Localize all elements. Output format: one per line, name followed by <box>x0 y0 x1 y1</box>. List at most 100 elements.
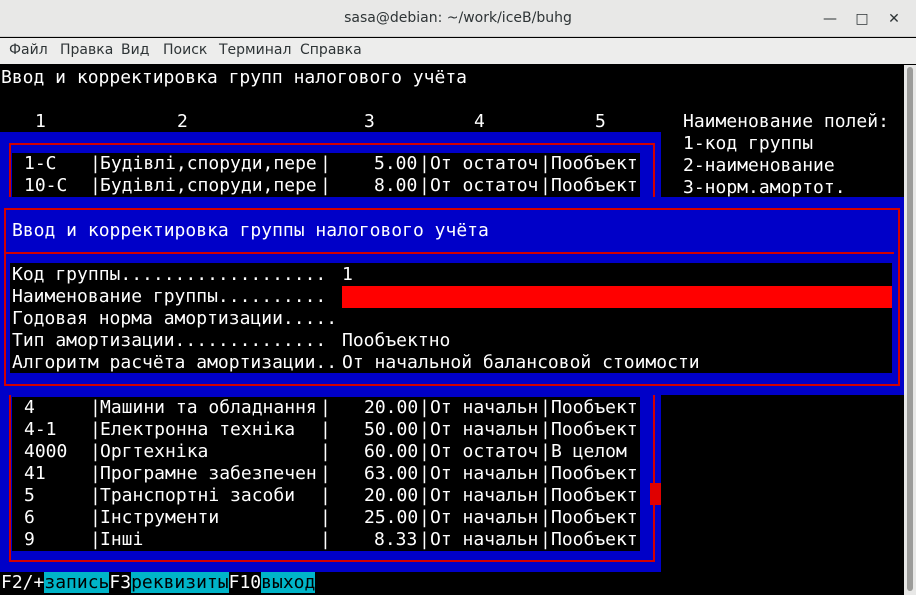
row-sep: | <box>540 529 551 550</box>
scrollbar-thumb[interactable] <box>907 67 913 591</box>
row-rate: 8.33 <box>374 529 418 550</box>
row-method: От начальн <box>430 463 539 484</box>
table-row[interactable]: 10-C | Будівлі,споруди,пере | 8.00 | От … <box>12 175 640 197</box>
row-sep: | <box>419 175 430 196</box>
dialog-separator <box>6 252 894 254</box>
column-number: 3 <box>364 111 375 132</box>
row-name: Інструменти <box>100 507 220 528</box>
row-code: 4000 <box>24 441 68 462</box>
window-title: sasa@debian: ~/work/iceB/buhg <box>344 10 572 26</box>
row-method: От остаточ <box>430 175 539 196</box>
fkey-f3-label[interactable]: реквизиты <box>131 572 229 593</box>
group-name-input[interactable] <box>342 286 892 308</box>
table-row[interactable]: 9 | Інші | 8.33 | От начальн | Пообъект <box>12 529 640 551</box>
minimize-icon[interactable]: — <box>820 9 840 29</box>
terminal-screen[interactable]: Ввод и корректировка групп налогового уч… <box>0 65 904 595</box>
column-number: 1 <box>35 111 46 132</box>
table-row[interactable]: 1-C | Будівлі,споруди,пере | 5.00 | От о… <box>12 153 640 175</box>
row-name: Інші <box>100 529 144 550</box>
table-row[interactable]: 4-1 | Електронна техніка | 50.00 | От на… <box>12 419 640 441</box>
menu-search[interactable]: Поиск <box>163 42 207 58</box>
table-row[interactable]: 41 | Програмне забезпечен | 63.00 | От н… <box>12 463 640 485</box>
fkey-f2-label[interactable]: запись <box>44 572 110 593</box>
row-method: От начальн <box>430 419 539 440</box>
row-sep: | <box>320 485 331 506</box>
row-code: 4-1 <box>24 419 57 440</box>
algorithm-input[interactable]: От начальной балансовой стоимости <box>342 352 700 374</box>
row-rate: 20.00 <box>364 485 419 506</box>
fkey-f2[interactable]: F2/+ <box>1 572 44 593</box>
row-name: Будівлі,споруди,пере <box>100 175 317 196</box>
row-type: Пообъект <box>551 463 638 484</box>
screen-title: Ввод и корректировка групп налогового уч… <box>1 67 467 88</box>
row-code: 6 <box>24 507 35 528</box>
row-code: 10-C <box>24 175 68 196</box>
table-row[interactable]: 4 | Машини та обладнання | 20.00 | От на… <box>12 397 640 419</box>
table-row[interactable]: 4000 | Оргтехніка | 60.00 | От остаточ |… <box>12 441 640 463</box>
row-sep: | <box>419 419 430 440</box>
menu-edit[interactable]: Правка <box>60 42 113 58</box>
row-sep: | <box>320 529 331 550</box>
table-row[interactable]: 5 | Транспортні засоби | 20.00 | От нача… <box>12 485 640 507</box>
row-method: От начальн <box>430 529 539 550</box>
row-type: Пообъект <box>551 485 638 506</box>
maximize-icon[interactable]: □ <box>852 9 872 29</box>
row-type: Пообъект <box>551 507 638 528</box>
row-sep: | <box>540 153 551 174</box>
fkey-f3[interactable]: F3 <box>109 572 131 593</box>
group-code-input[interactable]: 1 <box>342 264 353 286</box>
row-sep: | <box>540 419 551 440</box>
row-code: 41 <box>24 463 46 484</box>
menu-file[interactable]: Файл <box>9 42 48 58</box>
column-number: 2 <box>177 111 188 132</box>
row-name: Програмне забезпечен <box>100 463 317 484</box>
row-sep: | <box>419 463 430 484</box>
field-label-code: Код группы................... <box>12 264 327 285</box>
row-name: Оргтехніка <box>100 441 209 462</box>
legend-item: 1-код группы <box>683 133 814 154</box>
row-rate: 50.00 <box>364 419 419 440</box>
row-sep: | <box>320 397 331 418</box>
row-sep: | <box>419 529 430 550</box>
row-method: От начальн <box>430 485 539 506</box>
row-code: 4 <box>24 397 35 418</box>
row-name: Транспортні засоби <box>100 485 296 506</box>
row-type: Пообъект <box>551 419 638 440</box>
menu-terminal[interactable]: Терминал <box>219 42 291 58</box>
field-label-algorithm: Алгоритм расчёта амортизации.. <box>12 352 338 373</box>
row-code: 5 <box>24 485 35 506</box>
row-sep: | <box>320 441 331 462</box>
legend-item: 3-норм.амортот. <box>683 177 846 198</box>
row-method: От остаточ <box>430 153 539 174</box>
row-sep: | <box>320 419 331 440</box>
legend-item: 2-наименование <box>683 155 835 176</box>
row-type: В целом <box>551 441 627 462</box>
window-titlebar: sasa@debian: ~/work/iceB/buhg — □ ✕ <box>0 0 916 37</box>
row-code: 9 <box>24 529 35 550</box>
row-sep: | <box>320 507 331 528</box>
row-rate: 20.00 <box>364 397 419 418</box>
table-row[interactable]: 6 | Інструменти | 25.00 | От начальн | П… <box>12 507 640 529</box>
row-rate: 8.00 <box>374 175 418 196</box>
terminal-scrollbar[interactable] <box>904 65 916 595</box>
row-sep: | <box>540 175 551 196</box>
row-type: Пообъект <box>551 175 638 196</box>
fkey-f10-label[interactable]: выход <box>261 572 316 593</box>
row-rate: 63.00 <box>364 463 419 484</box>
row-name: Електронна техніка <box>100 419 296 440</box>
field-label-rate: Годовая норма амортизации..... <box>12 308 338 329</box>
menu-help[interactable]: Справка <box>300 42 362 58</box>
close-icon[interactable]: ✕ <box>884 9 904 29</box>
row-sep: | <box>540 463 551 484</box>
column-number: 5 <box>595 111 606 132</box>
row-sep: | <box>540 397 551 418</box>
row-sep: | <box>419 485 430 506</box>
menu-view[interactable]: Вид <box>121 42 149 58</box>
row-sep: | <box>419 397 430 418</box>
amortization-type-input[interactable]: Пообъектно <box>342 330 450 352</box>
row-code: 1-C <box>24 153 57 174</box>
row-sep: | <box>419 153 430 174</box>
fkey-f10[interactable]: F10 <box>229 572 262 593</box>
field-label-type: Тип амортизации.............. <box>12 330 327 351</box>
row-sep: | <box>320 175 331 196</box>
